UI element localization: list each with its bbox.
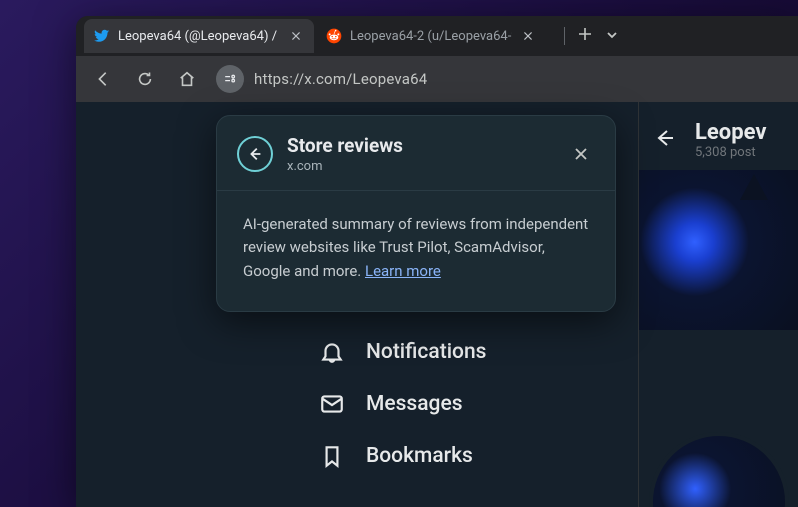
tab-bar: Leopeva64 (@Leopeva64) / Twi Leopeva64-2…: [76, 16, 798, 56]
reload-button[interactable]: [128, 62, 162, 96]
address-bar[interactable]: https://x.com/Leopeva64: [212, 62, 788, 96]
profile-column: Leopev 5,308 post: [638, 102, 798, 507]
close-icon[interactable]: [288, 28, 304, 44]
back-button[interactable]: [86, 62, 120, 96]
learn-more-link[interactable]: Learn more: [365, 262, 441, 280]
cat-ear-shape: [740, 174, 768, 200]
popover-back-button[interactable]: [237, 136, 273, 172]
close-icon[interactable]: [520, 28, 536, 44]
store-reviews-popover: Store reviews x.com AI-generated summary…: [216, 115, 616, 312]
profile-posts: 5,308 post: [695, 145, 766, 160]
new-tab-icon[interactable]: [577, 26, 593, 46]
nav-messages[interactable]: Messages: [318, 390, 636, 418]
url-text: https://x.com/Leopeva64: [254, 70, 427, 88]
popover-subtitle: x.com: [287, 159, 403, 174]
back-arrow-icon[interactable]: [653, 128, 673, 152]
nav-notifications[interactable]: Notifications: [318, 338, 636, 366]
popover-title: Store reviews: [287, 134, 403, 157]
popover-body: AI-generated summary of reviews from ind…: [217, 191, 615, 311]
nav-label: Notifications: [366, 340, 486, 364]
reddit-icon: [326, 28, 342, 44]
tab-twitter[interactable]: Leopeva64 (@Leopeva64) / Twi: [84, 19, 314, 53]
profile-banner: [639, 170, 798, 330]
profile-header: Leopev 5,308 post: [639, 102, 798, 160]
tab-title: Leopeva64 (@Leopeva64) / Twi: [118, 29, 280, 44]
envelope-icon: [318, 390, 346, 418]
bookmark-icon: [318, 442, 346, 470]
bell-icon: [318, 338, 346, 366]
tab-divider: [564, 27, 565, 45]
tab-actions: [548, 26, 619, 46]
profile-info: Leopev 5,308 post: [695, 120, 766, 160]
chevron-down-icon[interactable]: [605, 27, 619, 46]
twitter-icon: [94, 28, 110, 44]
nav-label: Messages: [366, 392, 463, 416]
profile-name: Leopev: [695, 120, 766, 145]
tab-reddit[interactable]: Leopeva64-2 (u/Leopeva64-2) -: [316, 19, 546, 53]
popover-header: Store reviews x.com: [217, 116, 615, 190]
toolbar: https://x.com/Leopeva64: [76, 56, 798, 102]
avatar[interactable]: [649, 432, 789, 507]
home-button[interactable]: [170, 62, 204, 96]
nav-label: Bookmarks: [366, 444, 473, 468]
nav-bookmarks[interactable]: Bookmarks: [318, 442, 636, 470]
site-info-icon[interactable]: [216, 65, 244, 93]
popover-titles: Store reviews x.com: [287, 134, 403, 174]
close-icon[interactable]: [567, 140, 595, 168]
tab-title: Leopeva64-2 (u/Leopeva64-2) -: [350, 29, 512, 44]
